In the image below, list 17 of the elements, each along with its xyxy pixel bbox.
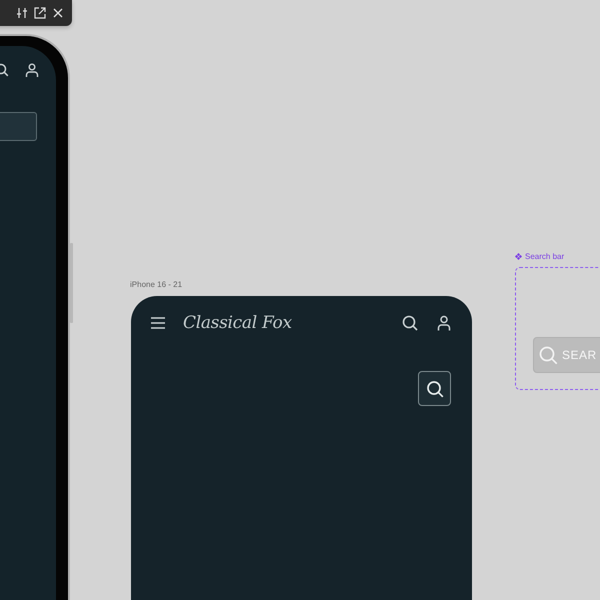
external-link-icon[interactable] (34, 7, 46, 19)
user-icon[interactable] (437, 315, 451, 331)
search-icon[interactable] (402, 315, 418, 331)
search-field[interactable]: SEAR (533, 337, 600, 373)
component-icon (515, 253, 522, 260)
search-icon (426, 380, 444, 398)
search-placeholder: SEAR (562, 348, 597, 362)
frame-label: iPhone 16 - 21 (130, 280, 182, 289)
input-field[interactable] (0, 112, 37, 141)
user-icon[interactable] (25, 63, 39, 78)
component-label: Search bar (525, 252, 564, 261)
close-icon[interactable] (52, 7, 64, 19)
site-title: Classical Fox (183, 313, 293, 333)
menu-icon[interactable] (151, 317, 165, 329)
search-icon (539, 346, 558, 364)
search-button[interactable] (418, 371, 451, 406)
sliders-icon[interactable] (16, 7, 28, 19)
